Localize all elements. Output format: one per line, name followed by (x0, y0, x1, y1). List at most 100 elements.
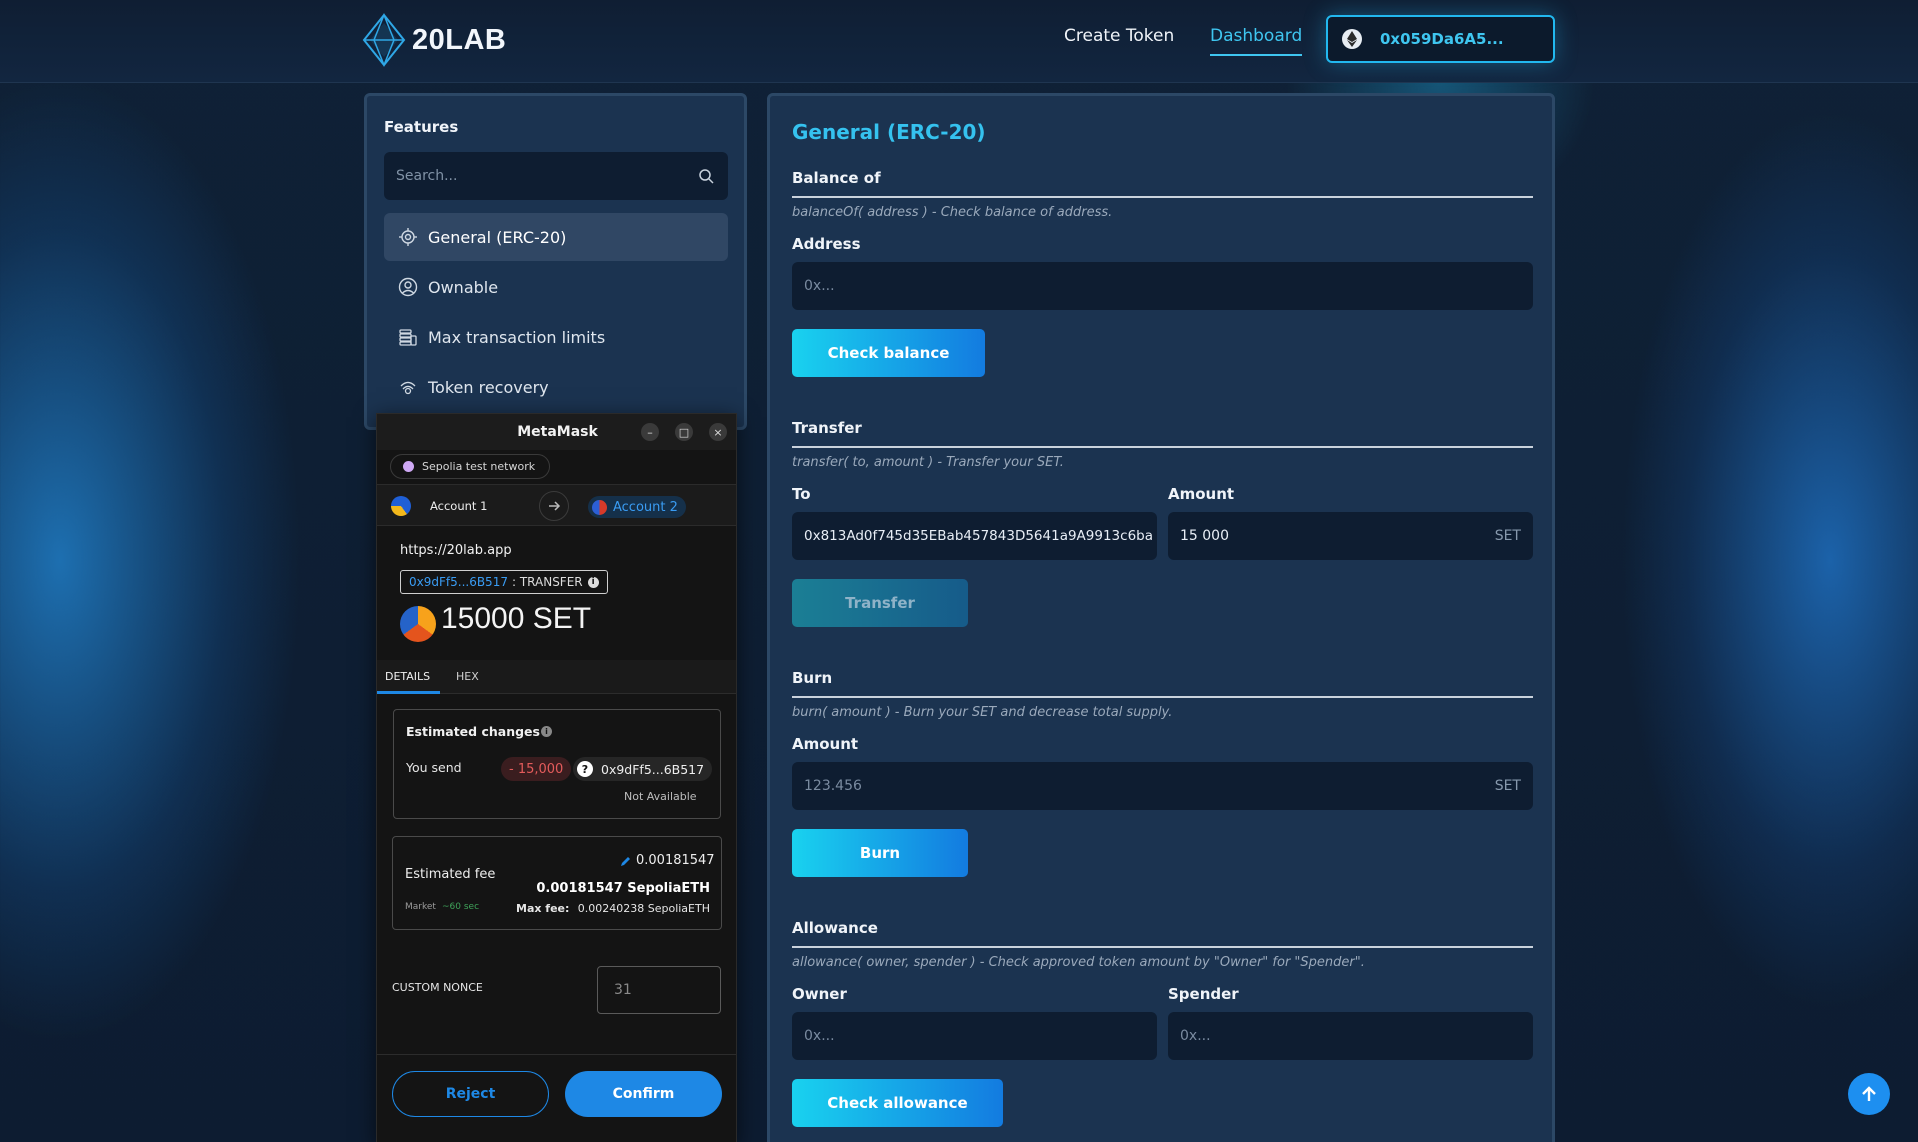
divider (792, 446, 1533, 448)
placeholder: 0x... (804, 278, 835, 294)
allowance-owner-input[interactable]: 0x... (792, 1012, 1157, 1060)
coin-stack-icon (399, 329, 417, 346)
feature-label: General (ERC-20) (428, 227, 567, 247)
nav-create-token[interactable]: Create Token (1064, 26, 1174, 46)
divider (792, 196, 1533, 198)
chip-gear-icon (399, 228, 417, 246)
feature-label: Token recovery (428, 377, 549, 397)
fee-top-value: 0.00181547 (636, 853, 715, 868)
burn-amount-label: Amount (792, 735, 859, 753)
main-panel: General (ERC-20) Balance of balanceOf( a… (767, 93, 1555, 1142)
brand-name: 20LAB (412, 23, 507, 56)
check-allowance-button[interactable]: Check allowance (792, 1079, 1003, 1127)
value: 15 000 (1180, 528, 1229, 544)
tab-hex[interactable]: HEX (456, 670, 479, 683)
burn-section-title: Burn (792, 669, 833, 687)
burn-button[interactable]: Burn (792, 829, 968, 877)
minimize-icon[interactable]: – (641, 423, 659, 441)
burn-description: burn( amount ) - Burn your SET and decre… (792, 705, 1173, 720)
features-search-input[interactable] (384, 152, 728, 200)
account-row: Account 1 Account 2 (377, 484, 736, 526)
network-name: Sepolia test network (422, 460, 536, 473)
fiat-value: Not Available (624, 790, 697, 803)
allowance-section-title: Allowance (792, 919, 878, 937)
market-time: ~60 sec (442, 902, 480, 912)
features-title: Features (384, 118, 459, 136)
method-name: : TRANSFER (511, 575, 583, 589)
feature-item-general[interactable]: General (ERC-20) (384, 213, 728, 261)
transfer-button[interactable]: Transfer (792, 579, 968, 627)
wallet-button[interactable]: 0x059Da6A5... (1326, 15, 1555, 63)
search-icon[interactable] (698, 168, 714, 184)
transfer-amount: 15000 SET (441, 602, 592, 635)
custom-nonce-input[interactable]: 31 (597, 966, 721, 1014)
address-label: Address (792, 235, 861, 253)
info-icon[interactable]: i (587, 576, 599, 588)
contract-address[interactable]: 0x9dFf5...6B517 (409, 575, 508, 589)
fee-main-value: 0.00181547 SepoliaETH (536, 881, 710, 896)
ethereum-icon (1342, 29, 1362, 49)
placeholder: 123.456 (804, 778, 862, 794)
user-circle-icon (398, 277, 418, 297)
balance-section-title: Balance of (792, 169, 881, 187)
page-title: General (ERC-20) (792, 120, 986, 144)
maximize-icon[interactable]: □ (675, 423, 693, 441)
scroll-to-top-button[interactable] (1848, 1073, 1890, 1115)
check-balance-button[interactable]: Check balance (792, 329, 985, 377)
value: 0x813Ad0f745d35EBab457843D5641a9A9913c6b… (804, 528, 1153, 544)
allowance-description: allowance( owner, spender ) - Check appr… (792, 955, 1365, 970)
to-account: Account 2 (613, 499, 678, 515)
arrow-right-icon (539, 491, 569, 521)
placeholder: 0x... (1180, 1028, 1211, 1044)
from-account[interactable]: Account 1 (430, 499, 487, 513)
you-send-label: You send (406, 760, 462, 775)
feature-item-ownable[interactable]: Ownable (384, 263, 728, 311)
metamask-popup: MetaMask – □ × Sepolia test network Acco… (376, 413, 737, 1142)
wallet-address: 0x059Da6A5... (1380, 30, 1504, 48)
unit: SET (1494, 528, 1521, 544)
send-amount-badge: - 15,000 (501, 757, 572, 781)
allowance-spender-input[interactable]: 0x... (1168, 1012, 1533, 1060)
to-label: To (792, 485, 811, 503)
transfer-to-input[interactable]: 0x813Ad0f745d35EBab457843D5641a9A9913c6b… (792, 512, 1157, 560)
confirm-button[interactable]: Confirm (565, 1071, 722, 1117)
nav-dashboard[interactable]: Dashboard (1210, 26, 1303, 56)
tab-details[interactable]: DETAILS (385, 670, 430, 683)
reject-button[interactable]: Reject (392, 1071, 549, 1117)
balance-address-input[interactable]: 0x... (792, 262, 1533, 310)
details-tabs: DETAILS HEX (377, 660, 736, 694)
divider (792, 696, 1533, 698)
arrow-up-icon (1862, 1086, 1876, 1101)
estimated-changes-title: Estimated changes (406, 724, 540, 739)
burn-amount-input[interactable]: 123.456 SET (792, 762, 1533, 810)
close-icon[interactable]: × (709, 423, 727, 441)
custom-nonce-label: CUSTOM NONCE (392, 981, 483, 994)
diamond-logo-icon (362, 13, 406, 67)
max-fee-value: 0.00240238 SepoliaETH (577, 902, 710, 915)
transfer-description: transfer( to, amount ) - Transfer your S… (792, 455, 1064, 470)
spender-label: Spender (1168, 985, 1239, 1003)
top-header: 20LAB Create Token Dashboard 0x059Da6A5.… (0, 0, 1918, 83)
edit-gas-icon[interactable] (619, 855, 632, 868)
placeholder: 0x... (804, 1028, 835, 1044)
market-label: Market (405, 902, 436, 912)
amount-label: Amount (1168, 485, 1235, 503)
question-icon: ? (577, 761, 593, 777)
brand-logo[interactable]: 20LAB (362, 13, 506, 67)
unit: SET (1494, 778, 1521, 794)
max-fee-label: Max fee: (516, 902, 570, 915)
feature-label: Max transaction limits (428, 327, 606, 347)
account1-avatar (391, 496, 411, 516)
token-chip[interactable]: ? 0x9dFf5...6B517 (573, 757, 713, 781)
token-icon (400, 606, 436, 642)
transfer-amount-input[interactable]: 15 000 SET (1168, 512, 1533, 560)
feature-item-max-transaction-limits[interactable]: Max transaction limits (384, 313, 728, 361)
network-dot-icon (403, 461, 414, 472)
info-icon[interactable]: i (541, 726, 552, 737)
feature-label: Ownable (428, 277, 499, 297)
to-account-chip[interactable]: Account 2 (588, 496, 686, 518)
estimated-fee-box: Estimated fee 0.00181547 0.00181547 Sepo… (392, 836, 722, 930)
network-selector[interactable]: Sepolia test network (390, 454, 551, 479)
estimated-changes-box: Estimated changes i You send - 15,000 ? … (393, 709, 721, 819)
feature-item-token-recovery[interactable]: Token recovery (384, 363, 728, 411)
